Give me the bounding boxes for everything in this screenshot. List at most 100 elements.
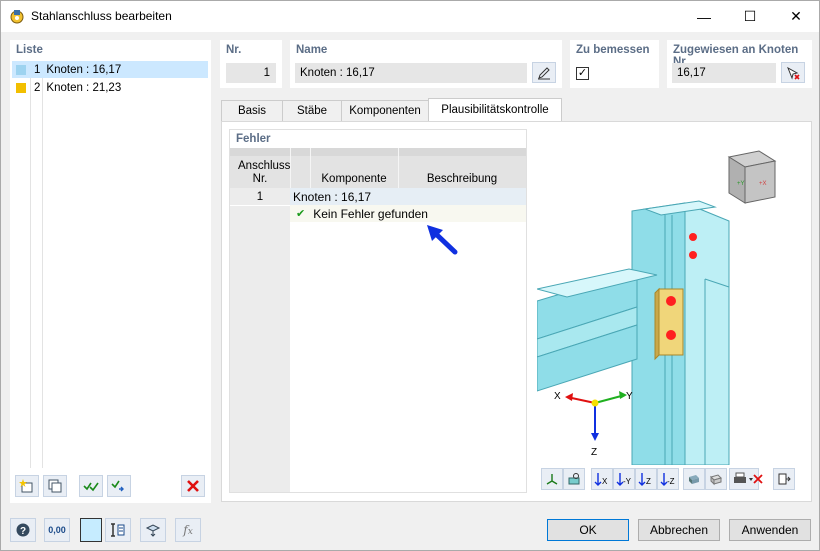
check-all-button[interactable] bbox=[79, 475, 103, 497]
tab-label: Plausibilitätskontrolle bbox=[441, 104, 549, 116]
col-connection-no-header: Anschluss Nr. bbox=[238, 160, 291, 185]
window-title: Stahlanschluss bearbeiten bbox=[31, 9, 172, 23]
model-view-button[interactable] bbox=[140, 518, 166, 542]
pick-node-icon bbox=[787, 66, 800, 80]
tab-label: Komponenten bbox=[349, 105, 421, 117]
copy-item-button[interactable] bbox=[43, 475, 67, 497]
svg-text:Z: Z bbox=[646, 477, 651, 486]
axis-y-label: Y bbox=[626, 391, 633, 402]
maximize-button[interactable]: ☐ bbox=[727, 1, 773, 32]
assigned-field[interactable]: 16,17 bbox=[672, 63, 776, 83]
ok-check-icon: ✔ bbox=[296, 208, 306, 220]
tab-basis[interactable]: Basis bbox=[221, 100, 283, 121]
errors-panel: Fehler Anschluss Nr. Komponente Beschrei… bbox=[229, 129, 527, 493]
close-button[interactable]: ✕ bbox=[773, 1, 819, 32]
list-gridline bbox=[30, 78, 31, 468]
view-neg-z-button[interactable]: -Z bbox=[657, 468, 679, 490]
table-row[interactable]: ✔ Kein Fehler gefunden bbox=[290, 205, 526, 222]
assigned-panel: Zugewiesen an Knoten Nr. 16,17 bbox=[667, 40, 812, 88]
new-item-icon bbox=[19, 479, 33, 493]
name-panel: Name Knoten : 16,17 bbox=[290, 40, 562, 88]
help-icon: ? bbox=[16, 523, 30, 537]
list-header: Liste bbox=[16, 44, 43, 56]
tab-components[interactable]: Komponenten bbox=[341, 100, 429, 121]
color-button[interactable] bbox=[80, 518, 102, 542]
units-icon: 0,00 bbox=[48, 525, 66, 535]
reset-view-button[interactable] bbox=[749, 468, 767, 490]
list-item[interactable]: 1 Knoten : 16,17 bbox=[12, 61, 208, 78]
view-axes-button[interactable] bbox=[541, 468, 563, 490]
view-neg-y-icon: -Y bbox=[616, 473, 632, 486]
name-field[interactable]: Knoten : 16,17 bbox=[295, 63, 527, 83]
col-component-header: Komponente bbox=[321, 173, 387, 185]
axis-z-label: Z bbox=[591, 447, 598, 458]
color-swatch bbox=[16, 82, 26, 93]
delete-item-button[interactable] bbox=[181, 475, 205, 497]
name-value: Knoten : 16,17 bbox=[300, 67, 375, 79]
solid-model-button[interactable] bbox=[683, 468, 705, 490]
formula-button[interactable]: fx bbox=[175, 518, 201, 542]
close-icon: ✕ bbox=[790, 8, 802, 24]
member-info-icon bbox=[111, 523, 125, 537]
list-item-label: Knoten : 16,17 bbox=[46, 63, 122, 76]
help-button[interactable]: ? bbox=[10, 518, 36, 542]
row-number: 1 bbox=[256, 191, 264, 203]
maximize-icon: ☐ bbox=[743, 8, 757, 24]
edit-name-button[interactable] bbox=[532, 62, 556, 83]
tab-members[interactable]: Stäbe bbox=[282, 100, 342, 121]
title-bar: Stahlanschluss bearbeiten — ☐ ✕ bbox=[1, 1, 819, 32]
new-item-button[interactable] bbox=[15, 475, 39, 497]
steel-joint-app-icon bbox=[10, 10, 24, 24]
axis-triad bbox=[565, 391, 627, 441]
model-render: +Y +X bbox=[537, 150, 777, 465]
view-z-icon: Z bbox=[638, 473, 651, 486]
list-item-label: Knoten : 21,23 bbox=[46, 81, 122, 94]
member-info-button[interactable] bbox=[105, 518, 131, 542]
view-x-button[interactable]: X bbox=[591, 468, 613, 490]
toggle-check-button[interactable] bbox=[107, 475, 131, 497]
to-design-label: Zu bemessen bbox=[576, 44, 650, 56]
exit-view-button[interactable] bbox=[773, 468, 795, 490]
toggle-check-icon bbox=[111, 480, 124, 492]
minimize-button[interactable]: — bbox=[681, 1, 727, 32]
svg-text:?: ? bbox=[20, 526, 26, 537]
render-icon bbox=[568, 473, 580, 485]
units-button[interactable]: 0,00 bbox=[44, 518, 70, 542]
svg-text:+X: +X bbox=[759, 181, 767, 187]
view-z-button[interactable]: Z bbox=[635, 468, 657, 490]
row-number-divider bbox=[230, 205, 290, 206]
view-render-button[interactable] bbox=[563, 468, 585, 490]
view-x-icon: X bbox=[594, 473, 608, 486]
group-row[interactable]: Knoten : 16,17 bbox=[290, 188, 526, 205]
tab-label: Basis bbox=[237, 105, 267, 117]
dialog-window: Stahlanschluss bearbeiten — ☐ ✕ Liste 1 … bbox=[0, 0, 820, 551]
list-panel: Liste 1 Knoten : 16,17 2 Knoten : 21,23 bbox=[10, 40, 211, 503]
wireframe-icon bbox=[710, 474, 722, 486]
assigned-value: 16,17 bbox=[677, 67, 706, 79]
list-item[interactable]: 2 Knoten : 21,23 bbox=[12, 79, 208, 96]
model-view-icon bbox=[145, 524, 161, 537]
table-top-header bbox=[230, 148, 526, 156]
view-neg-z-icon: -Z bbox=[660, 473, 675, 486]
tab-plausibility-check[interactable]: Plausibilitätskontrolle bbox=[428, 98, 562, 121]
ok-button[interactable]: OK bbox=[547, 519, 629, 541]
list-item-number: 1 bbox=[34, 63, 41, 76]
view-neg-y-button[interactable]: -Y bbox=[613, 468, 635, 490]
nr-value: 1 bbox=[263, 67, 270, 79]
group-label: Knoten : 16,17 bbox=[293, 189, 372, 204]
checkmark-icon: ✓ bbox=[577, 67, 588, 79]
view-cube: +Y +X bbox=[727, 150, 777, 204]
view3d-toolbar: X -Y Z -Z bbox=[537, 465, 799, 493]
view3d-panel[interactable]: +Y +X X Y Z bbox=[537, 129, 799, 465]
to-design-checkbox[interactable]: ✓ bbox=[576, 67, 589, 80]
to-design-panel: Zu bemessen ✓ bbox=[570, 40, 659, 88]
axes-icon bbox=[546, 474, 558, 485]
delete-icon bbox=[187, 480, 199, 492]
apply-button[interactable]: Anwenden bbox=[729, 519, 811, 541]
status-text: Kein Fehler gefunden bbox=[313, 206, 428, 221]
pick-node-button[interactable] bbox=[781, 62, 805, 83]
minimize-icon: — bbox=[697, 8, 711, 25]
errors-section-title: Fehler bbox=[236, 133, 271, 145]
wireframe-model-button[interactable] bbox=[705, 468, 727, 490]
cancel-button[interactable]: Abbrechen bbox=[638, 519, 720, 541]
